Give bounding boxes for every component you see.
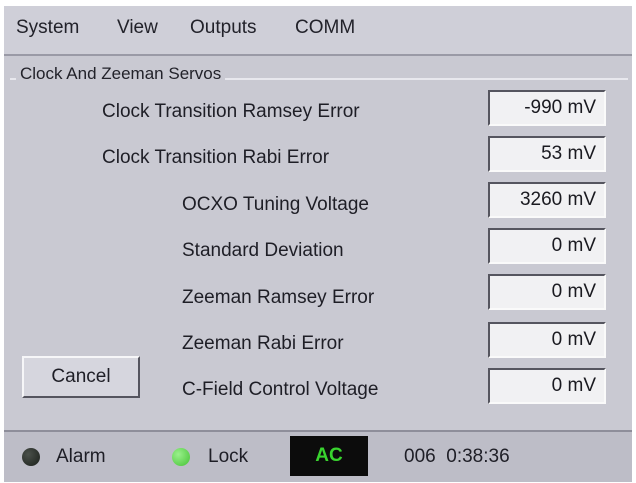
value-ocxo-tuning-voltage: 3260 mV bbox=[488, 182, 606, 218]
label-standard-deviation: Standard Deviation bbox=[182, 240, 344, 261]
label-zeeman-rabi-error: Zeeman Rabi Error bbox=[182, 333, 344, 354]
menu-comm[interactable]: COMM bbox=[295, 17, 355, 39]
ac-power-badge: AC bbox=[290, 436, 368, 476]
label-c-field-control-voltage: C-Field Control Voltage bbox=[182, 379, 379, 400]
lock-indicator-icon bbox=[172, 448, 190, 466]
alarm-indicator-icon bbox=[22, 448, 40, 466]
group-title: Clock And Zeeman Servos bbox=[16, 64, 226, 84]
menu-outputs[interactable]: Outputs bbox=[190, 17, 257, 39]
status-bar: Alarm Lock AC 006 0:38:36 bbox=[4, 430, 632, 482]
alarm-label: Alarm bbox=[56, 446, 106, 467]
menu-bar: System View Outputs COMM bbox=[4, 6, 632, 56]
menu-system[interactable]: System bbox=[16, 17, 79, 39]
menu-view[interactable]: View bbox=[117, 17, 158, 39]
instrument-screen: System View Outputs COMM Clock And Zeema… bbox=[4, 6, 632, 482]
label-ocxo-tuning-voltage: OCXO Tuning Voltage bbox=[182, 194, 369, 215]
value-zeeman-rabi-error: 0 mV bbox=[488, 322, 606, 358]
label-clock-rabi-error: Clock Transition Rabi Error bbox=[102, 147, 330, 168]
label-zeeman-ramsey-error: Zeeman Ramsey Error bbox=[182, 287, 375, 308]
value-clock-rabi-error: 53 mV bbox=[488, 136, 606, 172]
cancel-button[interactable]: Cancel bbox=[22, 356, 140, 398]
label-clock-ramsey-error: Clock Transition Ramsey Error bbox=[102, 101, 360, 122]
value-clock-ramsey-error: -990 mV bbox=[488, 90, 606, 126]
value-c-field-control-voltage: 0 mV bbox=[488, 368, 606, 404]
elapsed-time: 006 0:38:36 bbox=[404, 446, 510, 467]
lock-label: Lock bbox=[208, 446, 249, 467]
value-zeeman-ramsey-error: 0 mV bbox=[488, 274, 606, 310]
value-standard-deviation: 0 mV bbox=[488, 228, 606, 264]
